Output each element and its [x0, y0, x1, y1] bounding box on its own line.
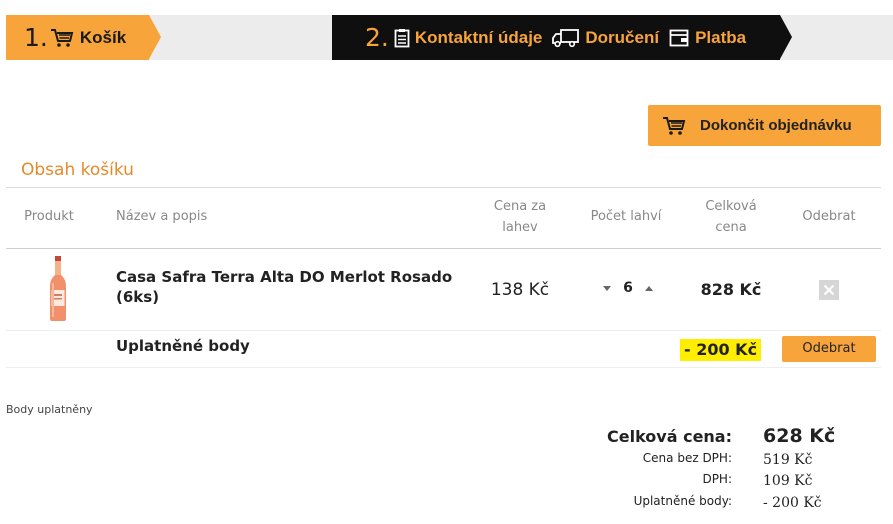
- remove-points-button[interactable]: Odebrat: [782, 336, 876, 362]
- step-tail: [780, 15, 893, 60]
- divider: [6, 248, 881, 249]
- points-applied-note: Body uplatněny: [6, 403, 93, 416]
- arrow-down-icon[interactable]: [603, 285, 611, 291]
- points-value: - 200 Kč: [680, 339, 762, 361]
- clipboard-icon: [394, 28, 410, 48]
- remove-item-button[interactable]: [819, 280, 839, 300]
- product-total: 828 Kč: [700, 280, 762, 299]
- cart-title: Obsah košíku: [21, 160, 134, 180]
- step-spacer-arrow: [320, 15, 332, 59]
- divider: [6, 330, 881, 331]
- header-total-line2: cena: [715, 220, 747, 235]
- header-remove: Odebrat: [802, 209, 856, 224]
- summary-vat-value: 109 Kč: [763, 473, 813, 489]
- wallet-icon: [669, 29, 689, 47]
- step-details[interactable]: 2. Kontaktní údaje Doručení Platba: [332, 15, 792, 60]
- summary-net-value: 519 Kč: [763, 452, 813, 468]
- close-icon: [823, 284, 835, 296]
- header-price-line2: lahev: [502, 220, 538, 235]
- summary-vat-label: DPH:: [702, 472, 732, 486]
- divider: [6, 187, 881, 188]
- header-price-line1: Cena za: [493, 199, 547, 214]
- product-name[interactable]: Casa Safra Terra Alta DO Merlot Rosado (…: [116, 267, 456, 307]
- step-label-delivery: Doručení: [585, 27, 660, 47]
- summary-total-value: 628 Kč: [763, 425, 836, 447]
- header-quantity: Počet lahví: [590, 209, 662, 224]
- step-label-contact: Kontaktní údaje: [414, 27, 543, 47]
- quantity-stepper[interactable]: 6: [603, 280, 653, 296]
- summary-points-value: - 200 Kč: [763, 495, 822, 511]
- step-spacer: [149, 15, 344, 60]
- header-total: Celková cena: [690, 196, 772, 238]
- summary-total-label: Celková cena:: [607, 427, 732, 446]
- product-image[interactable]: [47, 256, 69, 326]
- step-label-cart: Košík: [79, 27, 127, 47]
- arrow-up-icon[interactable]: [645, 285, 653, 291]
- header-name: Název a popis: [116, 209, 208, 224]
- header-product: Produkt: [24, 209, 74, 224]
- product-price: 138 Kč: [490, 280, 550, 300]
- summary-points-label: Uplatněné body:: [633, 494, 732, 508]
- header-price: Cena za lahev: [484, 196, 556, 238]
- checkout-steps: 1. Košík 2. Kontaktní údaje Doručení Pla…: [6, 15, 893, 60]
- quantity-value: 6: [623, 280, 633, 296]
- step-number-2: 2.: [365, 23, 389, 52]
- divider: [6, 367, 881, 368]
- summary-net-label: Cena bez DPH:: [642, 451, 732, 465]
- finish-order-button[interactable]: Dokončit objednávku: [648, 105, 881, 146]
- step-label-payment: Platba: [695, 27, 747, 47]
- cart-icon: [50, 28, 74, 48]
- step-cart[interactable]: 1. Košík: [6, 15, 161, 60]
- step-number-1: 1.: [24, 23, 48, 52]
- header-total-line1: Celková: [705, 199, 757, 214]
- truck-icon: [552, 28, 580, 48]
- points-label: Uplatněné body: [116, 337, 250, 355]
- cart-icon: [662, 116, 686, 136]
- finish-order-label: Dokončit objednávku: [700, 117, 852, 134]
